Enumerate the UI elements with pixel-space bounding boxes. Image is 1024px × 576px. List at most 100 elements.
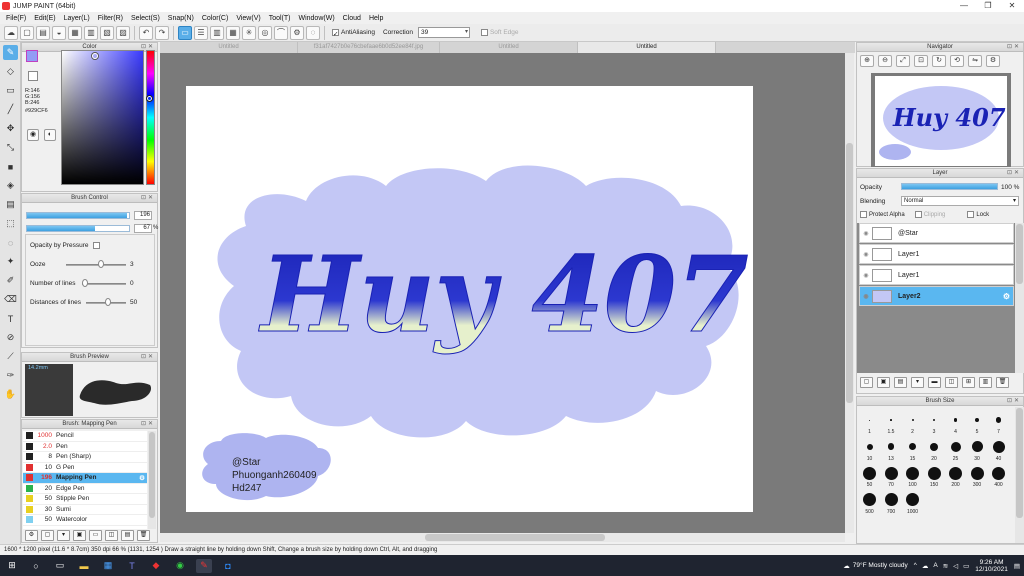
wand-tool-icon[interactable]: ✦: [3, 254, 18, 269]
eyedropper-tool-icon[interactable]: ⟋: [3, 349, 18, 364]
brush-list-scroll-thumb[interactable]: [149, 432, 155, 518]
save-as-icon[interactable]: ▥: [84, 25, 98, 40]
brush-size-option[interactable]: 3: [924, 413, 945, 435]
brush-size-option[interactable]: 20: [924, 440, 945, 462]
brush-size-option[interactable]: 7: [988, 413, 1009, 435]
rect-tool-icon[interactable]: ▭: [3, 83, 18, 98]
tab-untitled-3[interactable]: Untitled: [578, 42, 716, 53]
canvas-vscroll-thumb[interactable]: [846, 143, 853, 403]
bucket-tool-icon[interactable]: ◈: [3, 178, 18, 193]
saturation-value-picker[interactable]: [61, 50, 144, 185]
app-red-icon[interactable]: ◆: [148, 559, 164, 573]
jump-paint-icon[interactable]: ✎: [196, 558, 212, 573]
brush-size-option[interactable]: 1000: [902, 493, 923, 515]
teams-icon[interactable]: T: [124, 559, 140, 573]
cloud-icon[interactable]: ☁: [4, 25, 18, 40]
onedrive-icon[interactable]: ☁: [922, 562, 929, 570]
brush-item-watercolor[interactable]: 50 Watercolor: [23, 515, 147, 526]
navigator-settings-icon[interactable]: ⚙: [986, 55, 1000, 67]
new-layer-icon[interactable]: ▢: [860, 377, 873, 388]
layer-mode-icon[interactable]: ▾: [911, 377, 924, 388]
brush-size-slider[interactable]: [26, 212, 130, 219]
brush-size-scrollbar[interactable]: [1015, 407, 1024, 543]
hand-tool-icon[interactable]: ✋: [3, 387, 18, 402]
sv-picker-handle[interactable]: [92, 53, 98, 59]
menu-snap[interactable]: Snap(N): [164, 15, 198, 22]
brush-folder-icon[interactable]: ▭: [89, 530, 102, 541]
layer-opacity-slider[interactable]: [901, 183, 998, 190]
brush-size-option[interactable]: 30: [967, 440, 988, 462]
task-view-icon[interactable]: ▭: [52, 559, 68, 573]
panel-controls[interactable]: ⊡✕: [141, 420, 155, 429]
notification-icon[interactable]: ▤: [1014, 562, 1020, 570]
ooze-track[interactable]: [66, 264, 126, 266]
weather-icon[interactable]: ☁: [843, 562, 850, 570]
search-icon[interactable]: ○: [28, 559, 44, 573]
color-mixer-icon[interactable]: ◐: [44, 129, 56, 141]
brush-size-option[interactable]: 1.5: [881, 413, 902, 435]
color-palette-icon[interactable]: ◉: [27, 129, 39, 141]
lasso-tool-icon[interactable]: ◌: [3, 235, 18, 250]
minimize-button[interactable]: —: [952, 0, 976, 12]
language-icon[interactable]: A: [933, 562, 937, 569]
snap-cross-icon[interactable]: ▥: [210, 25, 224, 40]
opacity-by-pressure-checkbox[interactable]: [93, 242, 100, 249]
gradient-tool-icon[interactable]: ▤: [3, 197, 18, 212]
menu-view[interactable]: View(V): [232, 15, 264, 22]
correction-select[interactable]: 39: [417, 27, 470, 38]
tray-chevron-icon[interactable]: ^: [914, 562, 917, 569]
brush-size-option[interactable]: 400: [988, 466, 1009, 488]
eye-icon[interactable]: ◉: [860, 293, 872, 300]
snap-grid-icon[interactable]: ▦: [226, 25, 240, 40]
brush-size-option[interactable]: 2: [902, 413, 923, 435]
line-tool-icon[interactable]: ╱: [3, 102, 18, 117]
windows-start-icon[interactable]: ⊞: [4, 559, 20, 573]
menu-select[interactable]: Select(S): [127, 15, 164, 22]
transform-tool-icon[interactable]: ⤡: [3, 140, 18, 155]
brush-size-scroll-thumb[interactable]: [1016, 408, 1023, 518]
eye-icon[interactable]: ◉: [860, 230, 872, 237]
protect-alpha-checkbox[interactable]: [860, 211, 867, 218]
brush-item-pen[interactable]: 2.0 Pen: [23, 441, 147, 452]
panel-controls[interactable]: ⊡✕: [1007, 169, 1021, 178]
brush-item-edge-pen[interactable]: 20 Edge Pen: [23, 483, 147, 494]
file-explorer-icon[interactable]: ▬: [76, 559, 92, 573]
new-brush-icon[interactable]: ▢: [41, 530, 54, 541]
brush-import-icon[interactable]: ▤: [121, 530, 134, 541]
soft-edge-checkbox[interactable]: [480, 29, 488, 36]
menu-help[interactable]: Help: [365, 15, 387, 22]
brush-size-option[interactable]: 300: [967, 466, 988, 488]
brush-size-option[interactable]: 13: [881, 440, 902, 462]
layer-list-scrollbar[interactable]: [1015, 223, 1024, 373]
brush-size-option[interactable]: 40: [988, 440, 1009, 462]
brush-size-option[interactable]: 25: [945, 440, 966, 462]
antialiasing-checkbox[interactable]: ✓: [332, 29, 339, 38]
zoom-icon[interactable]: ◘: [220, 559, 236, 573]
brush-size-option[interactable]: 50: [859, 466, 880, 488]
brush-item-pencil[interactable]: 1000 Pencil: [23, 431, 147, 442]
brush-size-option[interactable]: 70: [881, 466, 902, 488]
eye-icon[interactable]: ◉: [860, 251, 872, 258]
brush-item-g-pen[interactable]: 10 G Pen: [23, 462, 147, 473]
new-file-icon[interactable]: ▢: [20, 25, 34, 40]
panel-controls[interactable]: ⊡✕: [1007, 43, 1021, 52]
lines-knob[interactable]: [82, 279, 88, 287]
actual-size-icon[interactable]: ⊡: [914, 55, 928, 67]
tab-untitled-1[interactable]: Untitled: [160, 42, 298, 53]
layer-merge-icon[interactable]: ⊞: [962, 377, 975, 388]
snap-vanish-icon[interactable]: ◌: [306, 25, 320, 40]
layer-row-layer1b[interactable]: ◉ Layer1: [859, 265, 1014, 285]
clipping-checkbox[interactable]: [914, 211, 922, 218]
clock[interactable]: 9:26 AM 12/10/2021: [975, 559, 1008, 573]
brush-settings-icon[interactable]: ⚙: [139, 474, 145, 482]
divide-tool-icon[interactable]: ⊘: [3, 330, 18, 345]
store-icon[interactable]: ▦: [100, 559, 116, 573]
brush-item-stipple-pen[interactable]: 50 Stipple Pen: [23, 494, 147, 505]
soft-edge-toggle[interactable]: Soft Edge: [480, 29, 519, 36]
layer-list-scroll-thumb[interactable]: [1016, 224, 1023, 284]
layer-row-layer1a[interactable]: ◉ Layer1: [859, 244, 1014, 264]
blending-select[interactable]: Normal ▾: [901, 196, 1019, 206]
cloud-open-icon[interactable]: ◒: [52, 25, 66, 40]
zoom-out-icon[interactable]: ⊖: [878, 55, 892, 67]
snap-curve-icon[interactable]: ⌒: [274, 25, 288, 40]
